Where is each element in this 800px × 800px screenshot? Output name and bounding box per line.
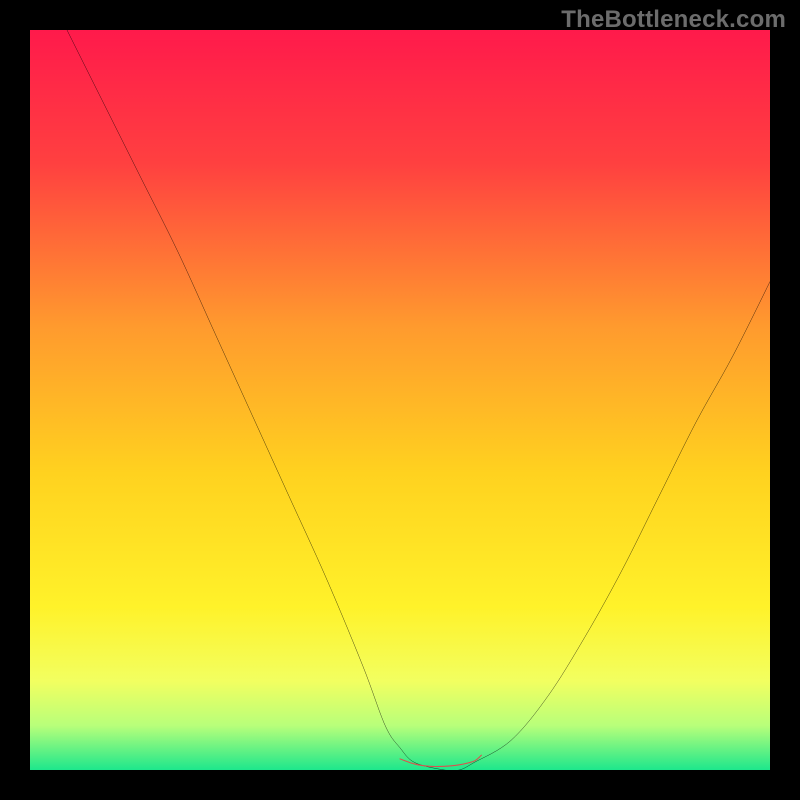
chart-frame: TheBottleneck.com: [0, 0, 800, 800]
bottleneck-curve: [67, 30, 770, 770]
plot-area: [30, 30, 770, 770]
watermark-text: TheBottleneck.com: [561, 6, 786, 34]
curve-layer: [30, 30, 770, 770]
trough-marker: [400, 755, 481, 766]
